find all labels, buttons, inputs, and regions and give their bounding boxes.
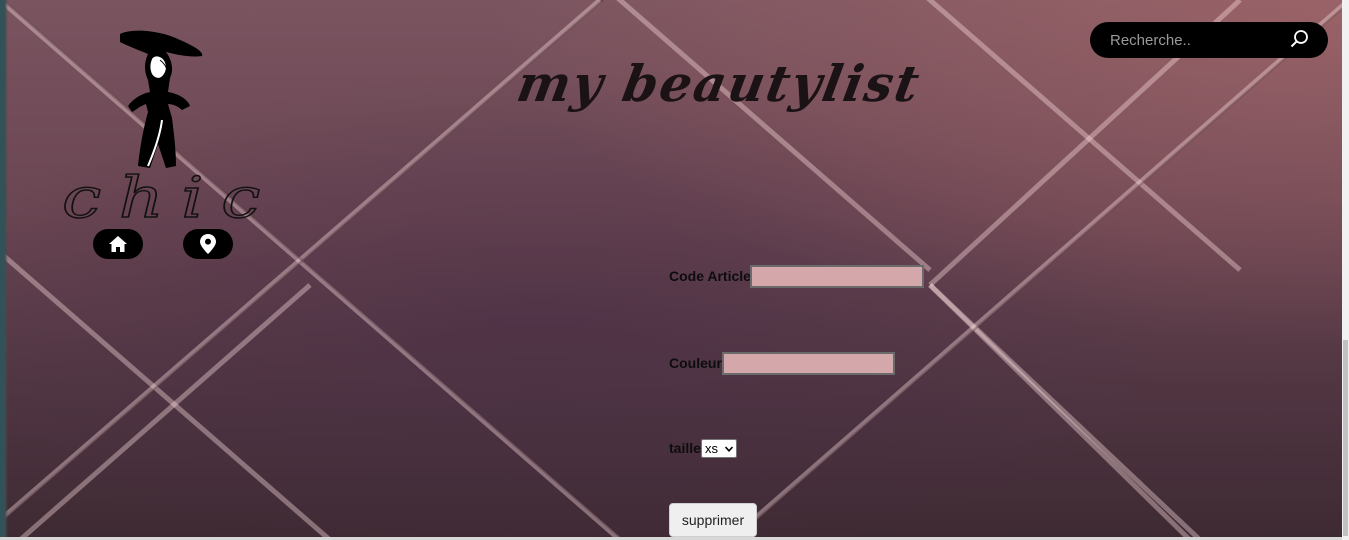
map-pin-icon [200,234,216,254]
taille-label: taille [669,440,701,456]
left-edge-strip [0,0,8,540]
location-button[interactable] [183,229,233,259]
taille-select[interactable]: xs [701,439,737,458]
delete-button[interactable]: supprimer [669,503,757,537]
logo-text: chic [61,166,278,231]
scrollbar-thumb[interactable] [1343,340,1348,536]
chevron-down-icon [725,446,733,452]
search-input[interactable] [1104,28,1296,52]
page-background: chic my beautylist Code Article Couleur … [0,0,1349,540]
site-title: my beautylist [512,54,926,113]
home-button[interactable] [93,229,143,259]
code-article-field[interactable] [750,265,924,288]
couleur-field[interactable] [722,352,895,375]
vertical-scrollbar[interactable] [1342,0,1349,540]
couleur-label: Couleur [669,355,722,371]
search-bar [1090,22,1328,58]
taille-selected-value: xs [705,441,718,456]
chic-logo[interactable]: chic [61,26,267,227]
code-article-label: Code Article [669,268,751,284]
home-icon [109,236,127,252]
search-icon[interactable] [1290,29,1310,49]
